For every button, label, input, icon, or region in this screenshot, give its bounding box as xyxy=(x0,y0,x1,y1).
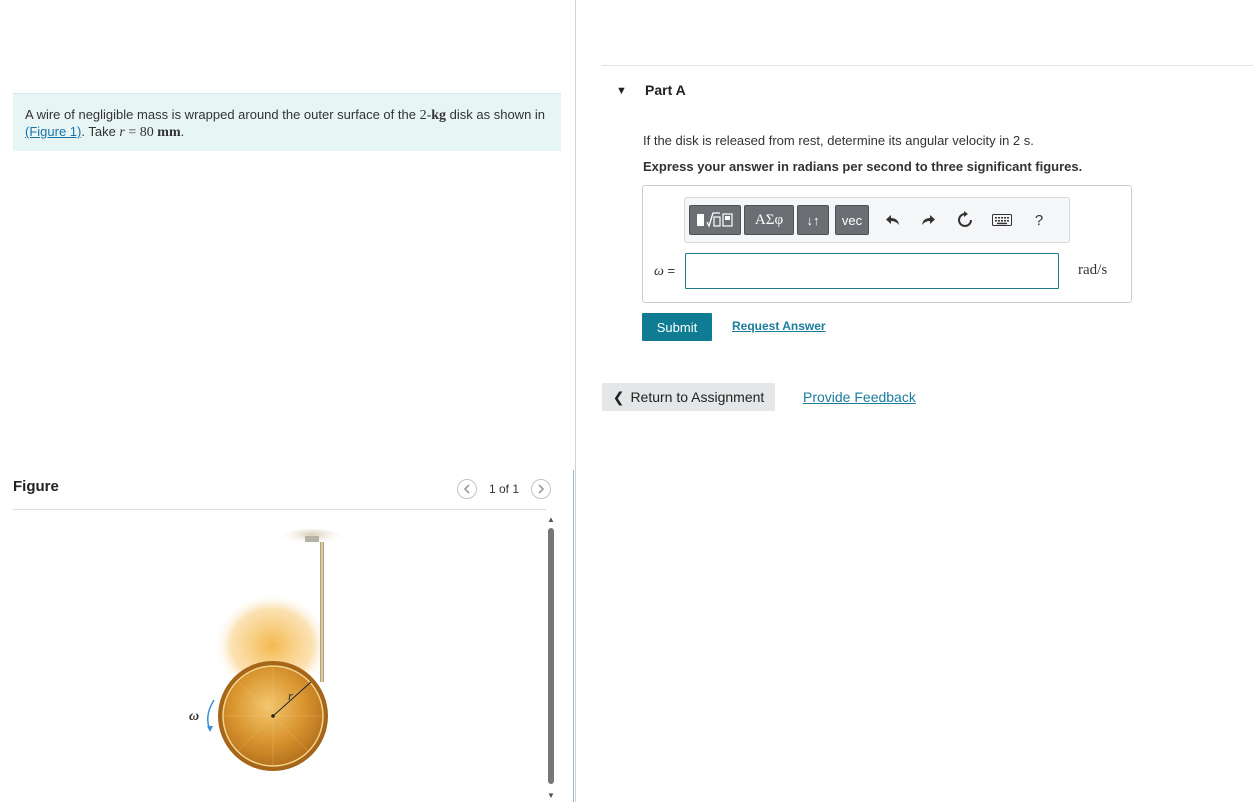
provide-feedback-link[interactable]: Provide Feedback xyxy=(803,389,916,405)
scroll-thumb[interactable] xyxy=(548,528,554,784)
answer-panel: ΑΣφ ↓↑ vec ? ω = rad/s xyxy=(642,185,1132,303)
problem-end: . xyxy=(180,124,185,139)
mass-unit: kg xyxy=(431,108,447,123)
r-unit: mm xyxy=(157,125,181,140)
answer-variable-label: ω = xyxy=(654,263,675,280)
mass-value: 2- xyxy=(419,108,432,123)
hook-mount xyxy=(305,536,319,542)
help-icon[interactable]: ? xyxy=(1028,210,1050,230)
problem-statement: A wire of negligible mass is wrapped aro… xyxy=(13,93,561,151)
redo-icon[interactable] xyxy=(917,210,939,230)
equals-sign: = xyxy=(663,263,676,278)
rotation-arrow xyxy=(207,699,215,731)
submit-button[interactable]: Submit xyxy=(642,313,712,341)
figure-divider xyxy=(13,509,546,510)
collapse-triangle-icon[interactable]: ▼ xyxy=(616,85,627,97)
undo-icon[interactable] xyxy=(882,210,904,230)
pane-divider[interactable] xyxy=(575,0,576,802)
figure-scrollbar[interactable]: ▲ ▼ xyxy=(546,514,556,800)
vector-button[interactable]: vec xyxy=(835,205,869,235)
answer-input[interactable] xyxy=(685,253,1059,289)
disk-center xyxy=(271,714,275,718)
omega-symbol: ω xyxy=(654,264,664,279)
omega-label: ω xyxy=(189,709,199,724)
figure-next-button[interactable] xyxy=(531,479,552,499)
templates-button[interactable] xyxy=(689,205,741,235)
left-pane: A wire of negligible mass is wrapped aro… xyxy=(0,0,575,802)
math-toolbar: ΑΣφ ↓↑ vec ? xyxy=(684,197,1070,243)
answer-unit: rad/s xyxy=(1078,262,1108,278)
problem-text-after: disk as shown in xyxy=(446,107,546,122)
figure-pagination: 1 of 1 xyxy=(457,479,552,499)
scroll-up-icon[interactable]: ▲ xyxy=(546,514,556,524)
return-to-assignment-button[interactable]: ❮ Return to Assignment xyxy=(602,383,775,411)
problem-text-before: A wire of negligible mass is wrapped aro… xyxy=(25,107,420,122)
question-text: If the disk is released from rest, deter… xyxy=(643,133,1034,148)
chevron-right-icon xyxy=(538,484,545,494)
take-text: . Take xyxy=(81,124,120,139)
arrows-button[interactable]: ↓↑ xyxy=(797,205,829,235)
figure-title: Figure xyxy=(13,478,59,495)
return-label: Return to Assignment xyxy=(630,389,765,405)
reset-icon[interactable] xyxy=(954,210,976,230)
figure-disk-illustration: r ω xyxy=(189,529,342,771)
instruction-text: Express your answer in radians per secon… xyxy=(643,159,1083,174)
request-answer-link[interactable]: Request Answer xyxy=(732,319,826,333)
scroll-down-icon[interactable]: ▼ xyxy=(546,790,556,800)
rotation-arrowhead xyxy=(207,726,213,732)
chevron-left-icon: ❮ xyxy=(612,388,625,405)
part-title: Part A xyxy=(645,82,686,98)
part-a-header[interactable]: ▼ Part A xyxy=(602,65,1253,123)
figure-link[interactable]: (Figure 1) xyxy=(25,124,81,139)
r-value: = 80 xyxy=(124,125,158,140)
chevron-left-icon xyxy=(463,484,470,494)
figure-count: 1 of 1 xyxy=(489,482,520,496)
keyboard-icon[interactable] xyxy=(991,210,1013,230)
greek-symbols-button[interactable]: ΑΣφ xyxy=(744,205,794,235)
templates-icon xyxy=(697,212,733,228)
pane-edge xyxy=(573,470,574,802)
figure-prev-button[interactable] xyxy=(457,479,477,499)
